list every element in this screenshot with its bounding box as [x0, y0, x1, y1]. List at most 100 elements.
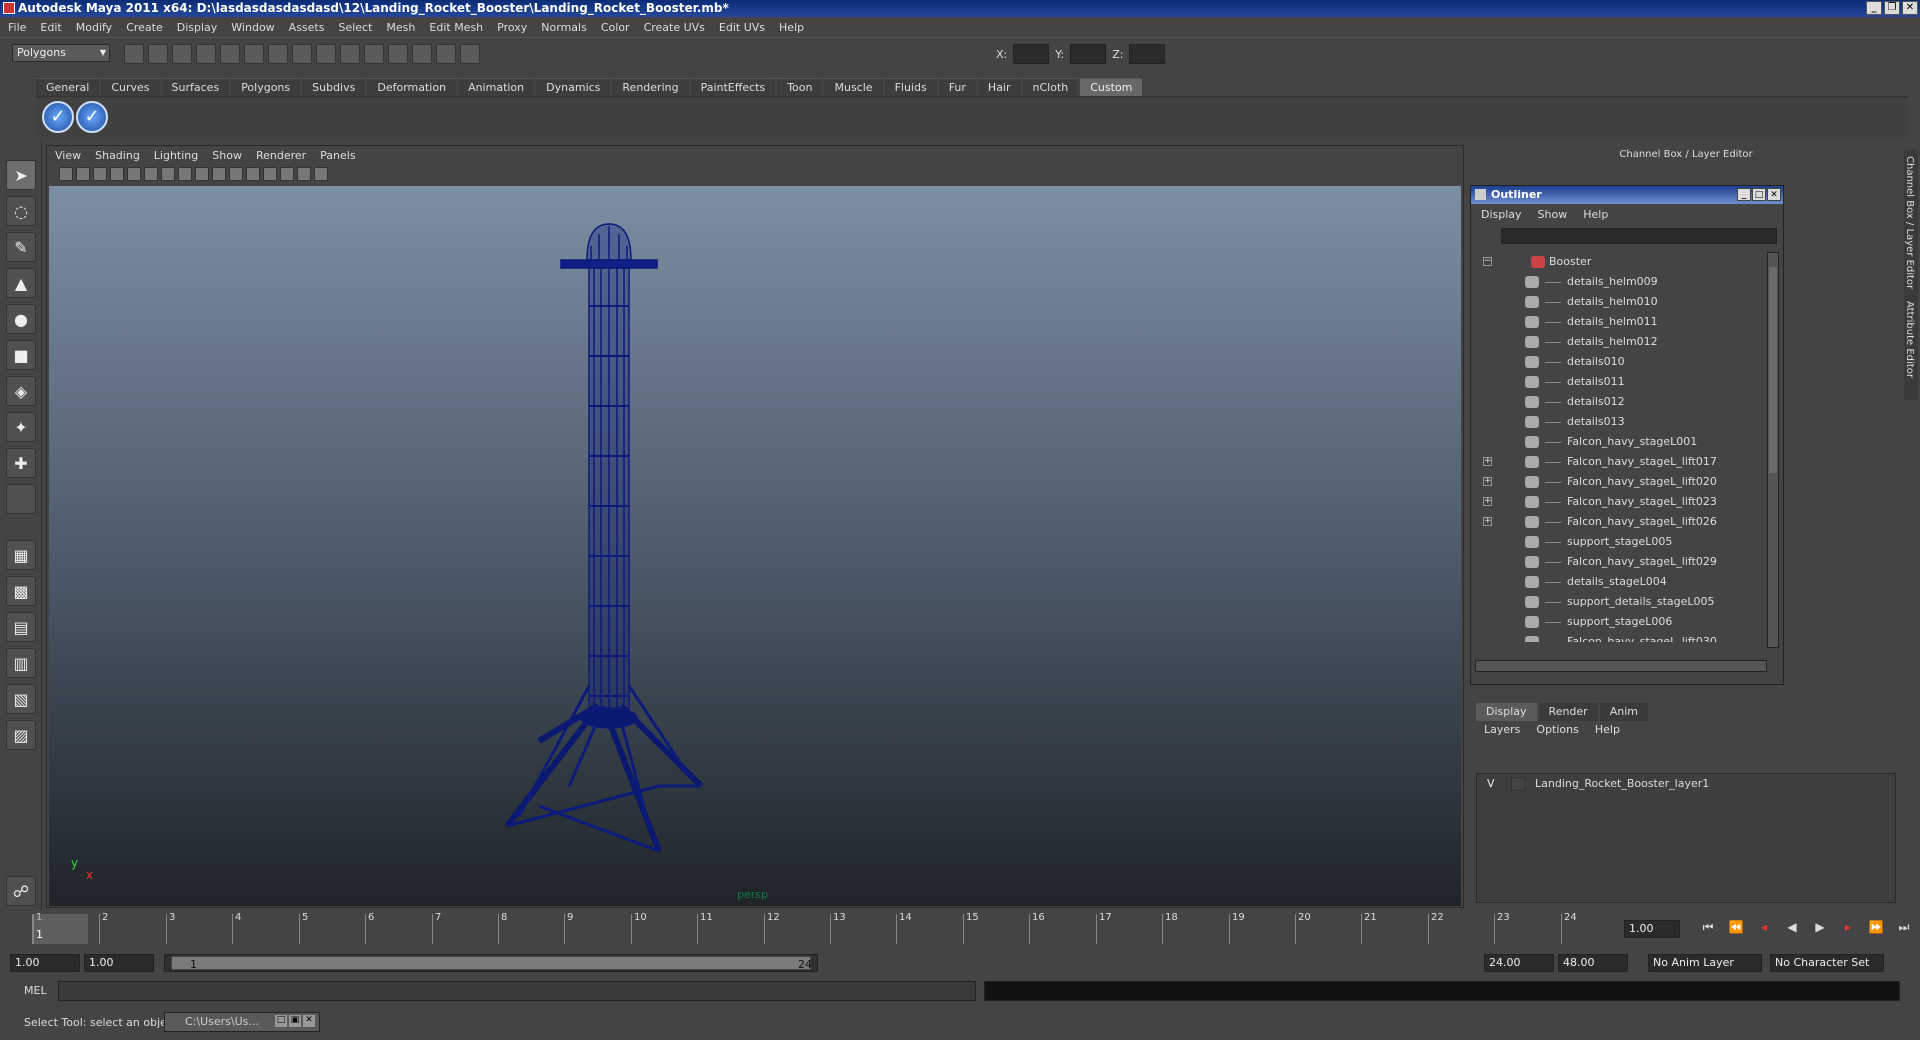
custom-shelf-check-icon[interactable]: ✓ [42, 101, 74, 133]
outliner-filter-input[interactable] [1501, 228, 1777, 244]
shelf-tab-deformation[interactable]: Deformation [367, 78, 457, 96]
minimized-window-button[interactable]: C:\Users\Us... □ ▣ ✕ [164, 1012, 320, 1032]
move-tool-icon[interactable]: ▲ [6, 268, 36, 298]
start-time-field[interactable]: 1.00 [10, 954, 80, 972]
restore-button[interactable]: ❐ [1884, 1, 1900, 15]
outliner-item[interactable]: Falcon_havy_stageL_lift030 [1475, 632, 1767, 642]
expand-icon[interactable]: + [1483, 497, 1492, 506]
command-input[interactable] [58, 981, 976, 1001]
menu-create-uvs[interactable]: Create UVs [644, 21, 705, 34]
lasso-tool-icon[interactable]: ◌ [6, 196, 36, 226]
soft-mod-icon[interactable]: ✦ [6, 412, 36, 442]
menu-display[interactable]: Display [177, 21, 218, 34]
render-frame-icon[interactable] [412, 44, 432, 64]
step-forward-key-icon[interactable]: ⏩ [1866, 920, 1886, 938]
side-tab[interactable]: Attribute Editor [1904, 295, 1915, 384]
menu-proxy[interactable]: Proxy [497, 21, 527, 34]
character-set-dropdown[interactable]: No Character Set [1770, 954, 1884, 972]
outliner-maximize-button[interactable]: □ [1752, 188, 1766, 201]
step-forward-frame-icon[interactable]: ▸ [1838, 920, 1858, 938]
show-manipulator-icon[interactable]: ✚ [6, 448, 36, 478]
shelf-tab-curves[interactable]: Curves [101, 78, 160, 96]
hypershade-layout-icon[interactable]: ▧ [6, 684, 36, 714]
outliner-menu-display[interactable]: Display [1481, 208, 1522, 221]
single-pane-layout-icon[interactable]: ▦ [6, 540, 36, 570]
shelf-tab-surfaces[interactable]: Surfaces [161, 78, 230, 96]
outliner-item[interactable]: + Falcon_havy_stageL_lift023 [1475, 492, 1767, 512]
viewport-menu-show[interactable]: Show [212, 149, 242, 162]
shelf-tab-muscle[interactable]: Muscle [824, 78, 883, 96]
snap-plane-icon[interactable] [340, 44, 360, 64]
resolution-gate-icon[interactable] [161, 167, 175, 181]
range-bar[interactable]: 1 24 [164, 954, 818, 972]
shadows-icon[interactable] [280, 167, 294, 181]
viewport-menu-lighting[interactable]: Lighting [154, 149, 198, 162]
layer-menu-layers[interactable]: Layers [1484, 723, 1520, 736]
outliner-item[interactable]: details012 [1475, 392, 1767, 412]
shelf-tab-fluids[interactable]: Fluids [884, 78, 937, 96]
mini-close-icon[interactable]: ✕ [303, 1015, 315, 1027]
menu-assets[interactable]: Assets [289, 21, 325, 34]
outliner-root-row[interactable]: − Booster [1475, 252, 1767, 272]
outliner-item[interactable]: details010 [1475, 352, 1767, 372]
viewport-menu-shading[interactable]: Shading [95, 149, 140, 162]
outliner-item[interactable]: Falcon_havy_stageL001 [1475, 432, 1767, 452]
menu-set-selector[interactable]: Polygons [12, 44, 110, 62]
last-tool-icon[interactable] [6, 484, 36, 514]
shelf-tab-ncloth[interactable]: nCloth [1022, 78, 1079, 96]
end-time-field[interactable]: 48.00 [1558, 954, 1628, 972]
collapse-icon[interactable]: − [1483, 257, 1492, 266]
menu-window[interactable]: Window [231, 21, 274, 34]
layer-row[interactable]: V Landing_Rocket_Booster_layer1 [1477, 774, 1895, 794]
menu-create[interactable]: Create [126, 21, 163, 34]
y-field[interactable] [1070, 44, 1107, 64]
rotate-tool-icon[interactable]: ● [6, 304, 36, 334]
safe-action-icon[interactable] [195, 167, 209, 181]
expand-icon[interactable]: + [1483, 517, 1492, 526]
select-component-icon[interactable] [244, 44, 264, 64]
time-slider[interactable]: 1 2 3 4 5 6 7 8 9 10 11 12 13 14 15 16 17 18 19 20 21 22 23 24 … [0, 910, 1920, 948]
menu-edit-uvs[interactable]: Edit UVs [719, 21, 765, 34]
select-hierarchy-icon[interactable] [196, 44, 216, 64]
layer-visibility-toggle[interactable]: V [1487, 774, 1501, 794]
layer-menu-help[interactable]: Help [1595, 723, 1620, 736]
shelf-tab-rendering[interactable]: Rendering [612, 78, 689, 96]
minimize-button[interactable]: _ [1866, 1, 1882, 15]
go-to-end-icon[interactable]: ⏭ [1894, 920, 1914, 938]
shelf-tab-fur[interactable]: Fur [938, 78, 976, 96]
viewport-menu-panels[interactable]: Panels [320, 149, 355, 162]
lights-icon[interactable] [263, 167, 277, 181]
viewport-menu-renderer[interactable]: Renderer [256, 149, 306, 162]
play-forward-icon[interactable]: ▶ [1810, 920, 1830, 938]
menu-help[interactable]: Help [779, 21, 804, 34]
layer-tab-anim[interactable]: Anim [1599, 703, 1648, 721]
menu-select[interactable]: Select [338, 21, 372, 34]
shelf-tab-polygons[interactable]: Polygons [231, 78, 301, 96]
outliner-item[interactable]: details_stageL004 [1475, 572, 1767, 592]
outliner-menu-help[interactable]: Help [1583, 208, 1608, 221]
outliner-item[interactable]: + Falcon_havy_stageL_lift020 [1475, 472, 1767, 492]
render-settings-icon[interactable] [460, 44, 480, 64]
layer-menu-options[interactable]: Options [1536, 723, 1578, 736]
outliner-menu-show[interactable]: Show [1538, 208, 1568, 221]
snap-surface-icon[interactable] [364, 44, 384, 64]
shelf-tab-hair[interactable]: Hair [977, 78, 1021, 96]
outliner-item[interactable]: details011 [1475, 372, 1767, 392]
step-back-frame-icon[interactable]: ◂ [1754, 920, 1774, 938]
menu-edit[interactable]: Edit [40, 21, 61, 34]
film-gate-icon[interactable] [144, 167, 158, 181]
x-field[interactable] [1013, 44, 1050, 64]
snap-curve-icon[interactable] [292, 44, 312, 64]
outliner-item[interactable]: Falcon_havy_stageL_lift029 [1475, 552, 1767, 572]
grid-icon[interactable] [127, 167, 141, 181]
z-field[interactable] [1129, 44, 1166, 64]
snap-grid-icon[interactable] [268, 44, 288, 64]
outliner-item[interactable]: details013 [1475, 412, 1767, 432]
outliner-item[interactable]: + Falcon_havy_stageL_lift017 [1475, 452, 1767, 472]
time-ruler[interactable]: 1 2 3 4 5 6 7 8 9 10 11 12 13 14 15 16 17 18 19 20 21 22 23 24 [32, 912, 1626, 944]
outliner-item[interactable]: details_helm010 [1475, 292, 1767, 312]
outliner-close-button[interactable]: ✕ [1767, 188, 1781, 201]
menu-normals[interactable]: Normals [541, 21, 587, 34]
custom-shelf-check-icon[interactable]: ✓ [76, 101, 108, 133]
menu-file[interactable]: File [8, 21, 26, 34]
